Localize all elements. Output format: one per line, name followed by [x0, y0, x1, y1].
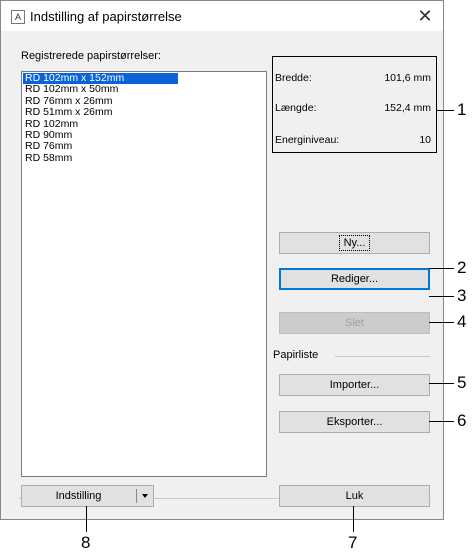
- list-item[interactable]: RD 58mm: [22, 152, 266, 164]
- energy-label: Energiniveau:: [275, 134, 340, 146]
- setting-split-button[interactable]: Indstilling: [21, 485, 154, 507]
- paper-info-panel: Bredde: 101,6 mm Længde: 152,4 mm Energi…: [272, 56, 437, 153]
- callout-1: 1: [457, 100, 467, 119]
- callout-2: 2: [457, 258, 467, 277]
- new-button-label: Ny...: [338, 235, 371, 251]
- width-value: 101,6 mm: [384, 72, 431, 84]
- callout-line-3: [429, 296, 454, 297]
- import-button-label: Importer...: [329, 379, 380, 391]
- close-button-label: Luk: [345, 490, 364, 502]
- title-bar: A Indstilling af papirstørrelse ✕: [1, 1, 443, 31]
- delete-button-label: Slet: [345, 317, 364, 329]
- callout-line-2: [429, 268, 454, 269]
- edit-button-label: Rediger...: [330, 273, 379, 285]
- import-button[interactable]: Importer...: [279, 374, 430, 396]
- export-button-label: Eksporter...: [326, 416, 383, 428]
- callout-line-6: [429, 421, 454, 422]
- callout-6: 6: [457, 411, 467, 430]
- window-title: Indstilling af papirstørrelse: [30, 9, 182, 24]
- callout-line-8: [86, 506, 87, 532]
- callout-5: 5: [457, 373, 467, 392]
- app-icon: A: [11, 10, 25, 24]
- new-button[interactable]: Ny...: [279, 232, 430, 254]
- length-value: 152,4 mm: [384, 102, 431, 114]
- registered-sizes-label: Registrerede papirstørrelser:: [21, 50, 161, 62]
- paper-list-label: Papirliste: [273, 349, 319, 361]
- callout-line-7: [353, 506, 354, 532]
- delete-button[interactable]: Slet: [279, 312, 430, 334]
- callout-4: 4: [457, 312, 467, 331]
- length-label: Længde:: [275, 102, 317, 114]
- chevron-down-icon[interactable]: [142, 494, 148, 498]
- energy-value: 10: [419, 134, 431, 146]
- close-button[interactable]: Luk: [279, 485, 430, 507]
- paper-size-list[interactable]: RD 102mm x 152mm RD 102mm x 50mm RD 76mm…: [21, 71, 267, 477]
- setting-button-label: Indstilling: [55, 490, 102, 502]
- callout-7: 7: [348, 533, 358, 552]
- split-divider: [136, 489, 137, 503]
- paper-list-divider: [335, 356, 430, 357]
- callout-line-5: [429, 383, 454, 384]
- edit-button[interactable]: Rediger...: [279, 268, 430, 290]
- callout-3: 3: [457, 286, 467, 305]
- export-button[interactable]: Eksporter...: [279, 411, 430, 433]
- width-label: Bredde:: [275, 72, 312, 84]
- close-icon[interactable]: ✕: [413, 4, 437, 28]
- list-item[interactable]: RD 51mm x 26mm: [22, 106, 266, 118]
- callout-8: 8: [81, 533, 91, 552]
- callout-line-4: [429, 322, 454, 323]
- callout-line-1: [436, 110, 454, 111]
- paper-size-dialog: A Indstilling af papirstørrelse ✕ Regist…: [0, 0, 444, 520]
